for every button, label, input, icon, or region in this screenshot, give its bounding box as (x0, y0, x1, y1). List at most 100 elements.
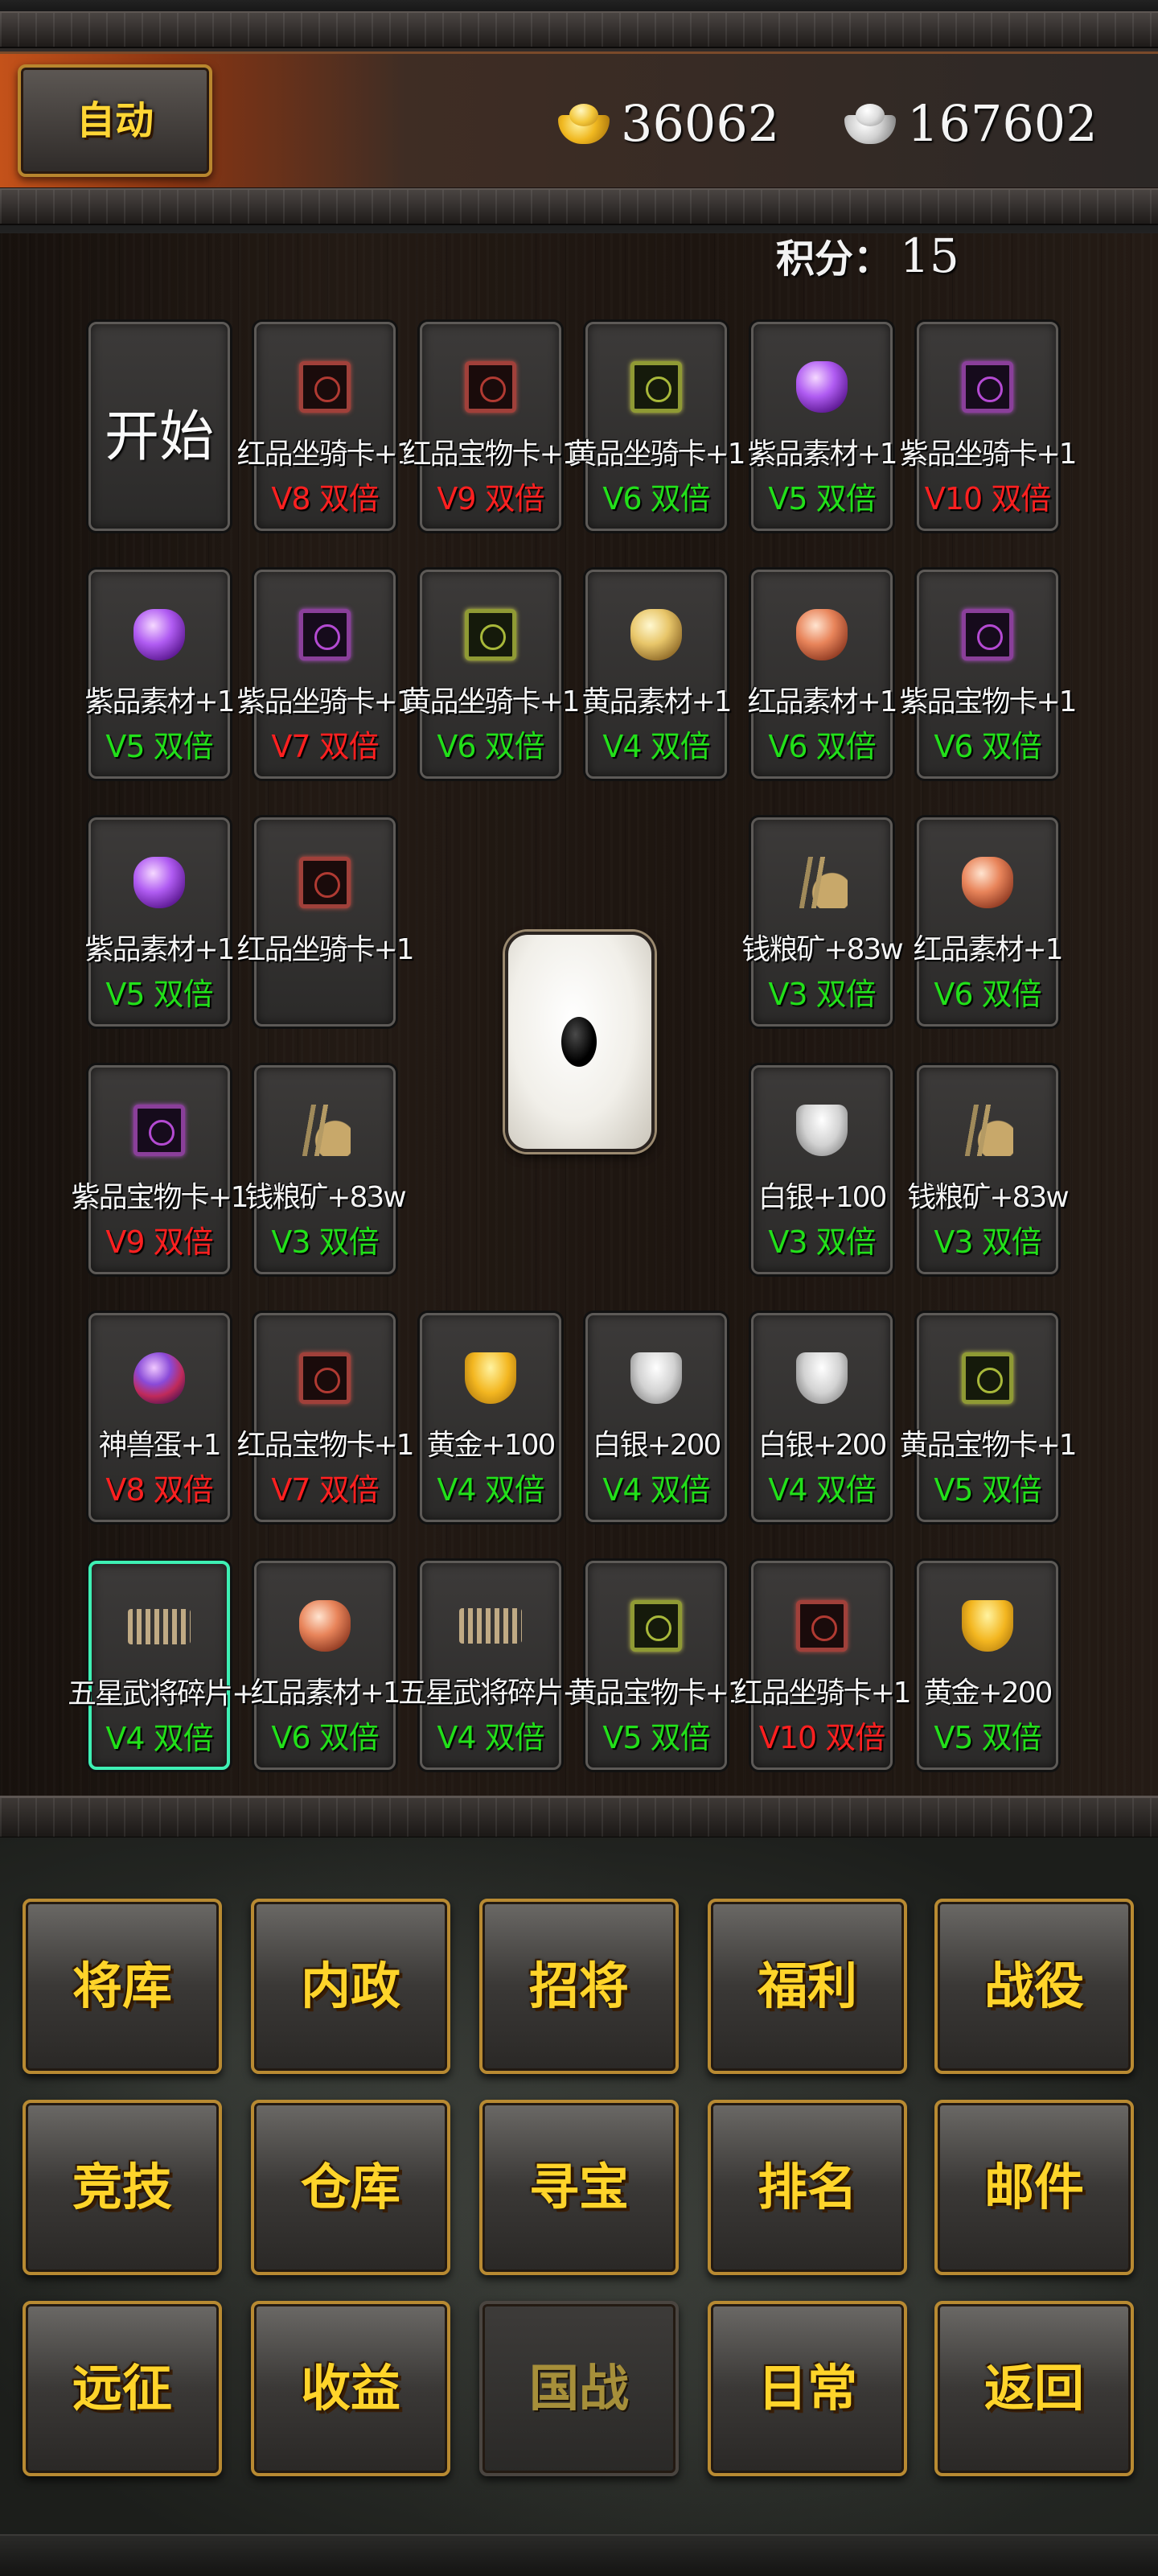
menu-button-recruit[interactable]: 招将 (479, 1899, 679, 2074)
silver-counter: 167602 (840, 87, 1098, 159)
board-cell[interactable]: 红品素材+1 V6 双倍 (913, 817, 1064, 1027)
board-cell[interactable]: 白银+200 V4 双倍 (751, 1313, 893, 1522)
cell-vip-bonus: V6 双倍 (437, 729, 544, 764)
board-cell[interactable]: 红品素材+1 V6 双倍 (250, 1561, 401, 1770)
cell-vip-bonus: V8 双倍 (105, 1472, 213, 1508)
cell-reward-name: 红品宝物卡+1 (402, 438, 580, 471)
board-cell[interactable]: 钱粮矿+83w V3 双倍 (907, 1065, 1070, 1274)
menu-button-arena[interactable]: 竞技 (23, 2100, 222, 2275)
board-cell[interactable]: 紫品宝物卡+1 V6 双倍 (899, 570, 1078, 779)
menu-button-mail[interactable]: 邮件 (934, 2100, 1134, 2275)
board-cell[interactable]: 钱粮矿+83w V3 双倍 (244, 1065, 407, 1274)
purple-mount-card-icon (299, 609, 351, 660)
menu-button-campaign[interactable]: 战役 (934, 1899, 1134, 2074)
red-treasure-card-icon (299, 1352, 351, 1404)
dice[interactable] (505, 932, 655, 1152)
menu-button-back[interactable]: 返回 (934, 2301, 1134, 2476)
decorative-band (0, 1796, 1158, 1839)
menu-button-nation-war[interactable]: 国战 (479, 2301, 679, 2476)
cell-reward-name: 红品素材+1 (747, 685, 897, 718)
general-shard-icon (128, 1609, 191, 1644)
board-cell[interactable]: 紫品坐骑卡+1 V10 双倍 (899, 322, 1078, 531)
menu-button-generals[interactable]: 将库 (23, 1899, 222, 2074)
board-cell[interactable]: 黄品宝物卡+1 V5 双倍 (899, 1313, 1078, 1522)
cell-vip-bonus: V3 双倍 (768, 977, 876, 1012)
board-cell[interactable]: 黄品坐骑卡+1 V6 双倍 (568, 322, 746, 531)
board-cell[interactable]: 红品宝物卡+1 V7 双倍 (236, 1313, 415, 1522)
red-treasure-card-icon (465, 361, 516, 413)
score-value: 15 (900, 228, 959, 283)
cell-vip-bonus: V8 双倍 (271, 481, 379, 516)
menu-button-income[interactable]: 收益 (251, 2301, 450, 2476)
cell-vip-bonus: V7 双倍 (271, 1472, 379, 1508)
cell-reward-name: 紫品坐骑卡+1 (236, 685, 414, 718)
menu-button-treasure-hunt[interactable]: 寻宝 (479, 2100, 679, 2275)
menu-button-expedition[interactable]: 远征 (23, 2301, 222, 2476)
board-cell[interactable]: 紫品素材+1 V5 双倍 (747, 322, 898, 531)
yellow-treasure-card-icon (962, 1352, 1013, 1404)
cell-vip-bonus: V5 双倍 (768, 481, 876, 516)
board-cell[interactable]: 紫品素材+1 V5 双倍 (84, 570, 236, 779)
board-cell[interactable]: 白银+200 V4 双倍 (585, 1313, 727, 1522)
cell-reward-name: 红品坐骑卡+1 (733, 1677, 911, 1710)
menu-button-internal-affairs[interactable]: 内政 (251, 1899, 450, 2074)
board-cell[interactable]: 黄品宝物卡+1 V5 双倍 (568, 1561, 746, 1770)
board-cell[interactable]: 黄金+100 V4 双倍 (420, 1313, 561, 1522)
board-cell[interactable]: 红品宝物卡+1 V9 双倍 (402, 322, 581, 531)
cell-vip-bonus: V5 双倍 (934, 1472, 1041, 1508)
red-mount-card-icon (299, 361, 351, 413)
start-cell[interactable]: 开始 (88, 322, 230, 531)
cell-vip-bonus: V10 双倍 (924, 481, 1051, 516)
menu-button-ranking[interactable]: 排名 (708, 2100, 907, 2275)
menu-button-daily[interactable]: 日常 (708, 2301, 907, 2476)
menu-button-warehouse[interactable]: 仓库 (251, 2100, 450, 2275)
cell-reward-name: 黄品宝物卡+1 (899, 1429, 1077, 1462)
score-label: 积分： (776, 237, 893, 282)
menu-button-welfare[interactable]: 福利 (708, 1899, 907, 2074)
cell-reward-name: 紫品素材+1 (747, 438, 897, 471)
yellow-material-icon (630, 609, 682, 660)
cell-reward-name: 红品宝物卡+1 (236, 1429, 414, 1462)
board-cell[interactable]: 钱粮矿+83w V3 双倍 (741, 817, 904, 1027)
board-cell[interactable]: 红品坐骑卡+1 V10 双倍 (733, 1561, 912, 1770)
cell-reward-name: 钱粮矿+83w (907, 1181, 1069, 1214)
board-cell[interactable]: 五星武将碎片+50 V4 双倍 (398, 1561, 620, 1770)
cell-vip-bonus: V9 双倍 (105, 1224, 213, 1260)
cell-reward-name: 神兽蛋+1 (98, 1429, 221, 1462)
cell-reward-name: 黄金+100 (426, 1429, 556, 1462)
board-cell[interactable]: 红品素材+1 V6 双倍 (747, 570, 898, 779)
board-cell[interactable]: 红品坐骑卡+1 V8 双倍 (236, 322, 415, 531)
board-cell[interactable]: 黄金+200 V5 双倍 (917, 1561, 1058, 1770)
auto-button[interactable]: 自动 (18, 64, 212, 177)
board-cell[interactable]: 五星武将碎片+50 V4 双倍 (68, 1561, 290, 1770)
board-cell[interactable]: 神兽蛋+1 V8 双倍 (88, 1313, 230, 1522)
board-cell[interactable]: 黄品素材+1 V4 双倍 (581, 570, 733, 779)
cell-vip-bonus: V3 双倍 (768, 1224, 876, 1260)
board-cell[interactable]: 紫品素材+1 V5 双倍 (84, 817, 236, 1027)
cell-reward-name: 五星武将碎片+50 (68, 1677, 290, 1710)
cell-reward-name: 红品素材+1 (250, 1677, 400, 1710)
cell-reward-name: 紫品宝物卡+1 (71, 1181, 248, 1214)
board-cell[interactable]: 紫品坐骑卡+1 V7 双倍 (236, 570, 415, 779)
purple-mount-card-icon (962, 361, 1013, 413)
board-cell[interactable]: 红品坐骑卡+1 (236, 817, 415, 1027)
start-label: 开始 (104, 405, 214, 469)
score-display: 积分： 15 (776, 227, 959, 283)
cell-reward-name: 钱粮矿+83w (244, 1181, 406, 1214)
board-cell[interactable]: 白银+100 V3 双倍 (751, 1065, 893, 1274)
cell-reward-name: 红品坐骑卡+1 (236, 438, 414, 471)
yellow-mount-card-icon (465, 609, 516, 660)
cell-vip-bonus: V4 双倍 (437, 1472, 544, 1508)
board-cell[interactable]: 紫品宝物卡+1 V9 双倍 (71, 1065, 249, 1274)
cell-reward-name: 紫品素材+1 (84, 933, 235, 966)
cell-vip-bonus: V5 双倍 (105, 729, 213, 764)
cell-reward-name: 钱粮矿+83w (741, 933, 903, 966)
cell-reward-name: 紫品坐骑卡+1 (899, 438, 1077, 471)
cell-reward-name: 黄金+200 (923, 1677, 1053, 1710)
red-material-icon (299, 1600, 351, 1652)
cell-reward-name: 五星武将碎片+50 (398, 1677, 620, 1710)
board-cell[interactable]: 黄品坐骑卡+1 V6 双倍 (402, 570, 581, 779)
cell-vip-bonus: V5 双倍 (602, 1720, 710, 1755)
red-material-icon (796, 609, 848, 660)
cell-vip-bonus: V3 双倍 (271, 1224, 379, 1260)
